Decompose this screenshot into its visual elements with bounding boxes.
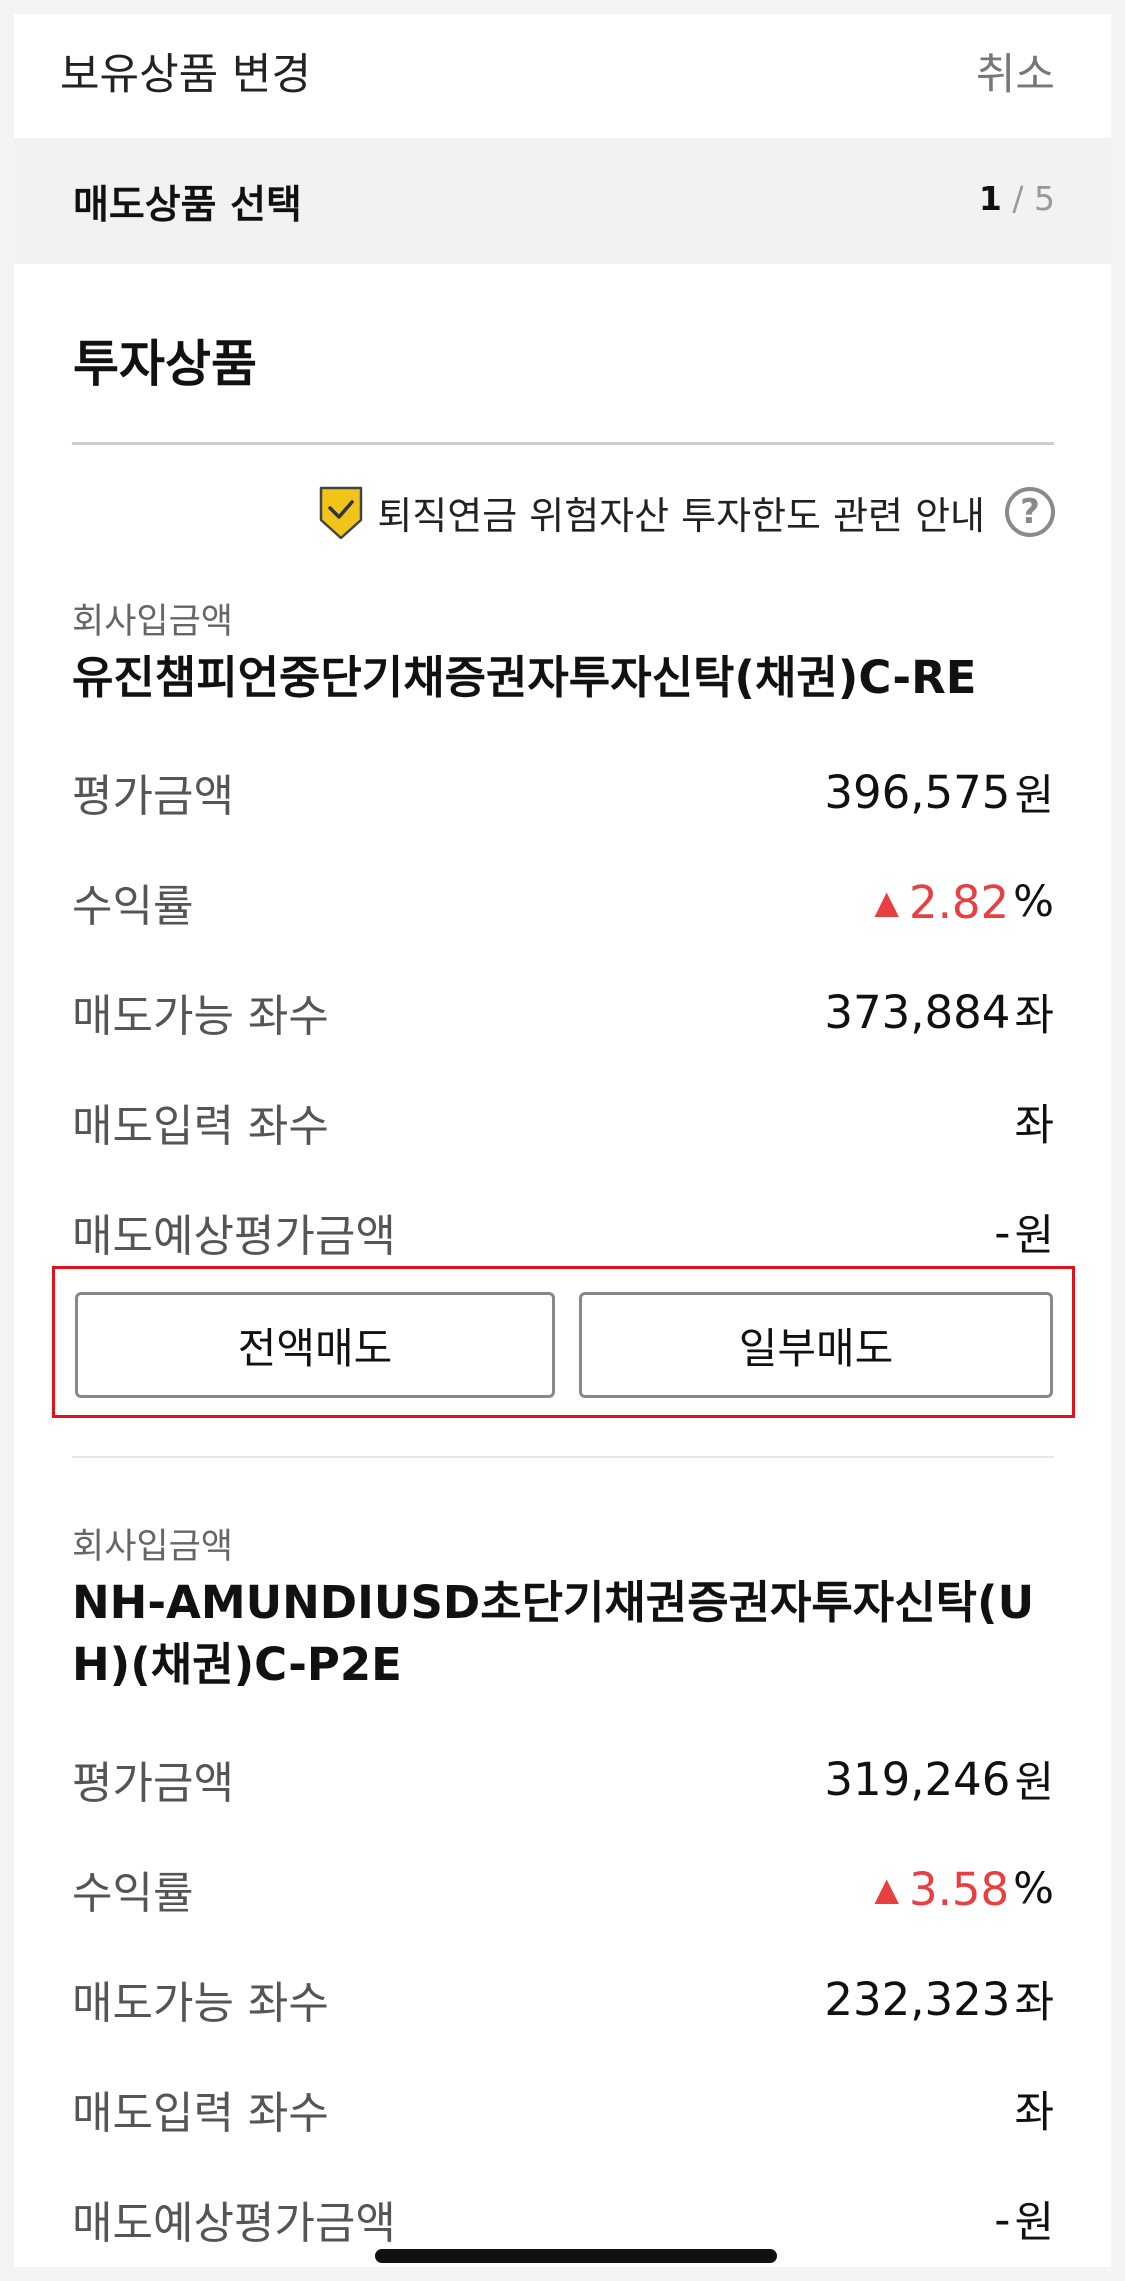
return-rate-unit: %	[1013, 877, 1054, 927]
sell-partial-button[interactable]: 일부매도	[579, 1292, 1053, 1398]
sellable-units-unit: 좌	[1014, 991, 1054, 1041]
product-name: NH-AMUNDIUSD초단기채권증권자투자신탁(U H)(채권)C-P2E	[72, 1576, 1035, 1691]
sellable-units-label: 매도가능 좌수	[72, 1978, 329, 2029]
step-label: 매도상품 선택	[73, 183, 302, 228]
expected-amount-unit: 원	[1014, 1211, 1054, 1261]
eval-amount-unit: 원	[1014, 1758, 1054, 1808]
return-rate-row: 수익률 ▲ 3.58%	[72, 1834, 1054, 1944]
step-bar: 매도상품 선택 1 / 5	[14, 138, 1111, 264]
up-triangle-icon: ▲	[874, 1870, 899, 1908]
eval-amount-unit: 원	[1014, 771, 1054, 821]
eval-amount-label: 평가금액	[72, 1758, 234, 1809]
sell-all-button[interactable]: 전액매도	[75, 1292, 555, 1398]
cancel-button[interactable]: 취소	[976, 40, 1055, 102]
notice-text: 퇴직연금 위험자산 투자한도 관련 안내	[377, 493, 985, 538]
eval-amount-row: 평가금액 396,575 원	[72, 737, 1054, 847]
sellable-units-row: 매도가능 좌수 373,884 좌	[72, 957, 1054, 1067]
eval-amount-value: 319,246	[824, 1752, 1011, 1806]
expected-amount-label: 매도예상평가금액	[72, 1211, 396, 1262]
input-units-unit: 좌	[1014, 2088, 1054, 2138]
sellable-units-unit: 좌	[1014, 1978, 1054, 2028]
sellable-units-value: 232,323	[824, 1972, 1011, 2026]
step-indicator: 1 / 5	[979, 179, 1055, 218]
input-units-label: 매도입력 좌수	[72, 2088, 329, 2139]
return-rate-value: 3.58	[908, 1862, 1010, 1916]
return-rate-label: 수익률	[72, 881, 194, 932]
sellable-units-label: 매도가능 좌수	[72, 991, 329, 1042]
risk-limit-notice-link[interactable]: 퇴직연금 위험자산 투자한도 관련 안내 ?	[319, 482, 1055, 542]
eval-amount-label: 평가금액	[72, 771, 234, 822]
product-item: 회사입금액 NH-AMUNDIUSD초단기채권증권자투자신탁(U H)(채권)C…	[72, 1524, 1054, 2267]
sellable-units-row: 매도가능 좌수 232,323 좌	[72, 1944, 1054, 2054]
question-icon[interactable]: ?	[1005, 487, 1055, 537]
input-units-label: 매도입력 좌수	[72, 1101, 329, 1152]
eval-amount-row: 평가금액 319,246 원	[72, 1724, 1054, 1834]
input-units-row: 매도입력 좌수 좌	[72, 1067, 1054, 1177]
product-name: 유진챔피언중단기채증권자투자신탁(채권)C-RE	[72, 651, 977, 704]
step-current: 1	[978, 179, 1002, 218]
input-units-row: 매도입력 좌수 좌	[72, 2054, 1054, 2164]
home-indicator[interactable]	[375, 2249, 777, 2263]
return-rate-row: 수익률 ▲ 2.82%	[72, 847, 1054, 957]
modal-card: 보유상품 변경 취소 매도상품 선택 1 / 5 투자상품 퇴직연금 위험자산 …	[14, 14, 1111, 2267]
sellable-units-value: 373,884	[824, 985, 1011, 1039]
product-divider	[72, 1456, 1054, 1458]
sell-button-group: 전액매도 일부매도	[52, 1266, 1075, 1418]
up-triangle-icon: ▲	[874, 883, 899, 921]
section-title: 투자상품	[73, 335, 257, 393]
expected-amount-unit: 원	[1014, 2198, 1054, 2248]
step-total: / 5	[1012, 179, 1055, 218]
expected-amount-label: 매도예상평가금액	[72, 2198, 396, 2249]
section-divider	[72, 442, 1054, 445]
return-rate-label: 수익률	[72, 1868, 194, 1919]
return-rate-unit: %	[1013, 1864, 1054, 1914]
expected-amount-value: -	[994, 2192, 1011, 2246]
product-item: 회사입금액 유진챔피언중단기채증권자투자신탁(채권)C-RE 평가금액 396,…	[72, 599, 1054, 1287]
return-rate-value: 2.82	[908, 875, 1010, 929]
input-units-unit: 좌	[1014, 1101, 1054, 1151]
modal-header: 보유상품 변경 취소	[14, 14, 1111, 138]
product-category: 회사입금액	[72, 602, 234, 642]
expected-amount-value: -	[994, 1205, 1011, 1259]
product-category: 회사입금액	[72, 1527, 234, 1567]
shield-check-icon	[320, 486, 363, 540]
modal-title: 보유상품 변경	[60, 50, 312, 100]
eval-amount-value: 396,575	[824, 765, 1011, 819]
